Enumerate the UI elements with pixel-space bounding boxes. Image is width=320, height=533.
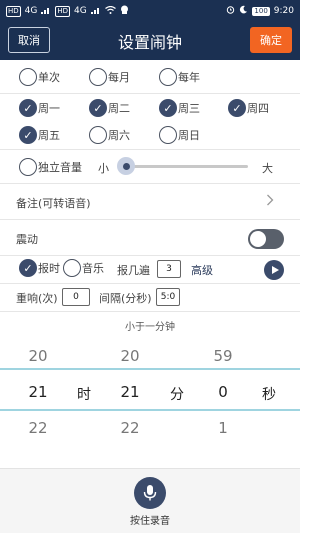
radio-icon — [89, 68, 107, 86]
snooze-count-input[interactable]: 0 — [62, 288, 90, 306]
time-picker[interactable]: 小于一分钟 20 20 59 21 时 21 分 0 秒 22 22 1 — [0, 312, 300, 468]
battery-icon: 100 — [252, 6, 270, 16]
sound-row: ✓ 报时 音乐 报几遍 3 高级 — [0, 256, 300, 284]
independent-volume-option[interactable]: 独立音量 — [19, 158, 82, 176]
picker-divider-bottom — [0, 409, 300, 411]
confirm-button[interactable]: 确定 — [250, 27, 292, 53]
report-time-label: 报时 — [38, 262, 60, 275]
repeat-times-input[interactable]: 3 — [157, 260, 181, 278]
weekday-mon-option[interactable]: ✓ 周一 — [19, 99, 60, 117]
second-selected[interactable]: 0 — [203, 383, 243, 401]
network-label-2: 4G — [74, 6, 87, 16]
page-title: 设置闹钟 — [117, 33, 182, 52]
play-icon[interactable] — [264, 260, 284, 280]
volume-label: 独立音量 — [38, 161, 82, 174]
weekday-sun-option[interactable]: 周日 — [159, 126, 200, 144]
volume-slider-thumb[interactable] — [117, 157, 135, 175]
weekday-mon-label: 周一 — [38, 102, 60, 115]
hd-badge-2: HD — [55, 5, 71, 17]
weekday-thu-label: 周四 — [247, 102, 269, 115]
alarm-icon — [226, 5, 235, 17]
hour-prev[interactable]: 20 — [18, 347, 58, 365]
weekday-fri-option[interactable]: ✓ 周五 — [19, 126, 60, 144]
weekday-sat-label: 周六 — [108, 129, 130, 142]
vibrate-label: 震动 — [16, 233, 38, 246]
minute-next[interactable]: 22 — [110, 419, 150, 437]
weekday-sat-option[interactable]: 周六 — [89, 126, 130, 144]
repeat-monthly-label: 每月 — [108, 71, 130, 84]
radio-icon — [89, 126, 107, 144]
minute-prev[interactable]: 20 — [110, 347, 150, 365]
weekday-wed-option[interactable]: ✓ 周三 — [159, 99, 200, 117]
snooze-interval-input[interactable]: 5:0 — [156, 288, 180, 306]
minute-unit: 分 — [170, 387, 184, 403]
check-icon: ✓ — [19, 259, 37, 277]
repeat-once-option[interactable]: 单次 — [19, 68, 60, 86]
record-label: 按住录音 — [130, 516, 170, 527]
wifi-icon — [104, 5, 116, 17]
mic-icon[interactable] — [134, 477, 166, 509]
signal-icon-2 — [90, 6, 101, 17]
chevron-right-icon — [266, 194, 274, 209]
snooze-interval-label: 间隔(分秒) — [99, 292, 152, 305]
radio-icon — [19, 68, 37, 86]
radio-icon — [159, 68, 177, 86]
signal-icon — [41, 6, 51, 17]
clock-time: 9:20 — [273, 6, 294, 16]
vibrate-toggle[interactable] — [248, 229, 284, 249]
weekday-sun-label: 周日 — [178, 129, 200, 142]
note-row[interactable]: 备注(可转语音) — [0, 184, 300, 220]
check-icon: ✓ — [19, 126, 37, 144]
cancel-button[interactable]: 取消 — [8, 27, 50, 53]
repeat-yearly-label: 每年 — [178, 71, 200, 84]
picker-hint: 小于一分钟 — [125, 322, 175, 333]
second-unit: 秒 — [262, 387, 276, 403]
hour-selected[interactable]: 21 — [18, 383, 58, 401]
volume-min-label: 小 — [98, 162, 109, 175]
weekday-tue-option[interactable]: ✓ 周二 — [89, 99, 130, 117]
network-label: 4G — [24, 6, 38, 16]
music-option[interactable]: 音乐 — [63, 259, 104, 277]
radio-icon — [19, 158, 37, 176]
status-bar: HD 4G HD 4G 100 9:20 — [0, 0, 300, 22]
repeat-yearly-option[interactable]: 每年 — [159, 68, 200, 86]
music-label: 音乐 — [82, 262, 104, 275]
radio-icon — [63, 259, 81, 277]
title-bar: 取消 设置闹钟 确定 — [0, 22, 300, 60]
picker-divider-top — [0, 368, 300, 370]
second-next[interactable]: 1 — [203, 419, 243, 437]
repeat-monthly-option[interactable]: 每月 — [89, 68, 130, 86]
snooze-row: 重响(次) 0 间隔(分秒) 5:0 — [0, 284, 300, 312]
volume-max-label: 大 — [262, 162, 273, 175]
minute-selected[interactable]: 21 — [110, 383, 150, 401]
check-icon: ✓ — [89, 99, 107, 117]
moon-icon — [239, 5, 248, 17]
weekday-tue-label: 周二 — [108, 102, 130, 115]
repeat-times-label: 报几遍 — [117, 264, 150, 277]
volume-slider-track[interactable] — [125, 165, 248, 168]
report-time-option[interactable]: ✓ 报时 — [19, 259, 60, 277]
note-label: 备注(可转语音) — [16, 197, 91, 210]
check-icon: ✓ — [159, 99, 177, 117]
second-prev[interactable]: 59 — [203, 347, 243, 365]
advanced-link[interactable]: 高级 — [191, 262, 213, 278]
vibrate-row: 震动 — [0, 220, 300, 256]
radio-icon — [159, 126, 177, 144]
hd-badge: HD — [6, 5, 21, 17]
check-icon: ✓ — [19, 99, 37, 117]
repeat-row: 单次 每月 每年 — [0, 60, 300, 94]
weekday-wed-label: 周三 — [178, 102, 200, 115]
weekday-rows: ✓ 周一 ✓ 周二 ✓ 周三 ✓ 周四 ✓ 周五 周六 周日 — [0, 94, 300, 150]
weekday-fri-label: 周五 — [38, 129, 60, 142]
hour-next[interactable]: 22 — [18, 419, 58, 437]
weekday-thu-option[interactable]: ✓ 周四 — [228, 99, 269, 117]
repeat-once-label: 单次 — [38, 71, 60, 84]
check-icon: ✓ — [228, 99, 246, 117]
record-bar: 按住录音 — [0, 468, 300, 533]
hour-unit: 时 — [77, 387, 91, 403]
notification-icon — [120, 5, 129, 17]
volume-row: 独立音量 小 大 — [0, 150, 300, 184]
snooze-count-label: 重响(次) — [16, 292, 58, 305]
